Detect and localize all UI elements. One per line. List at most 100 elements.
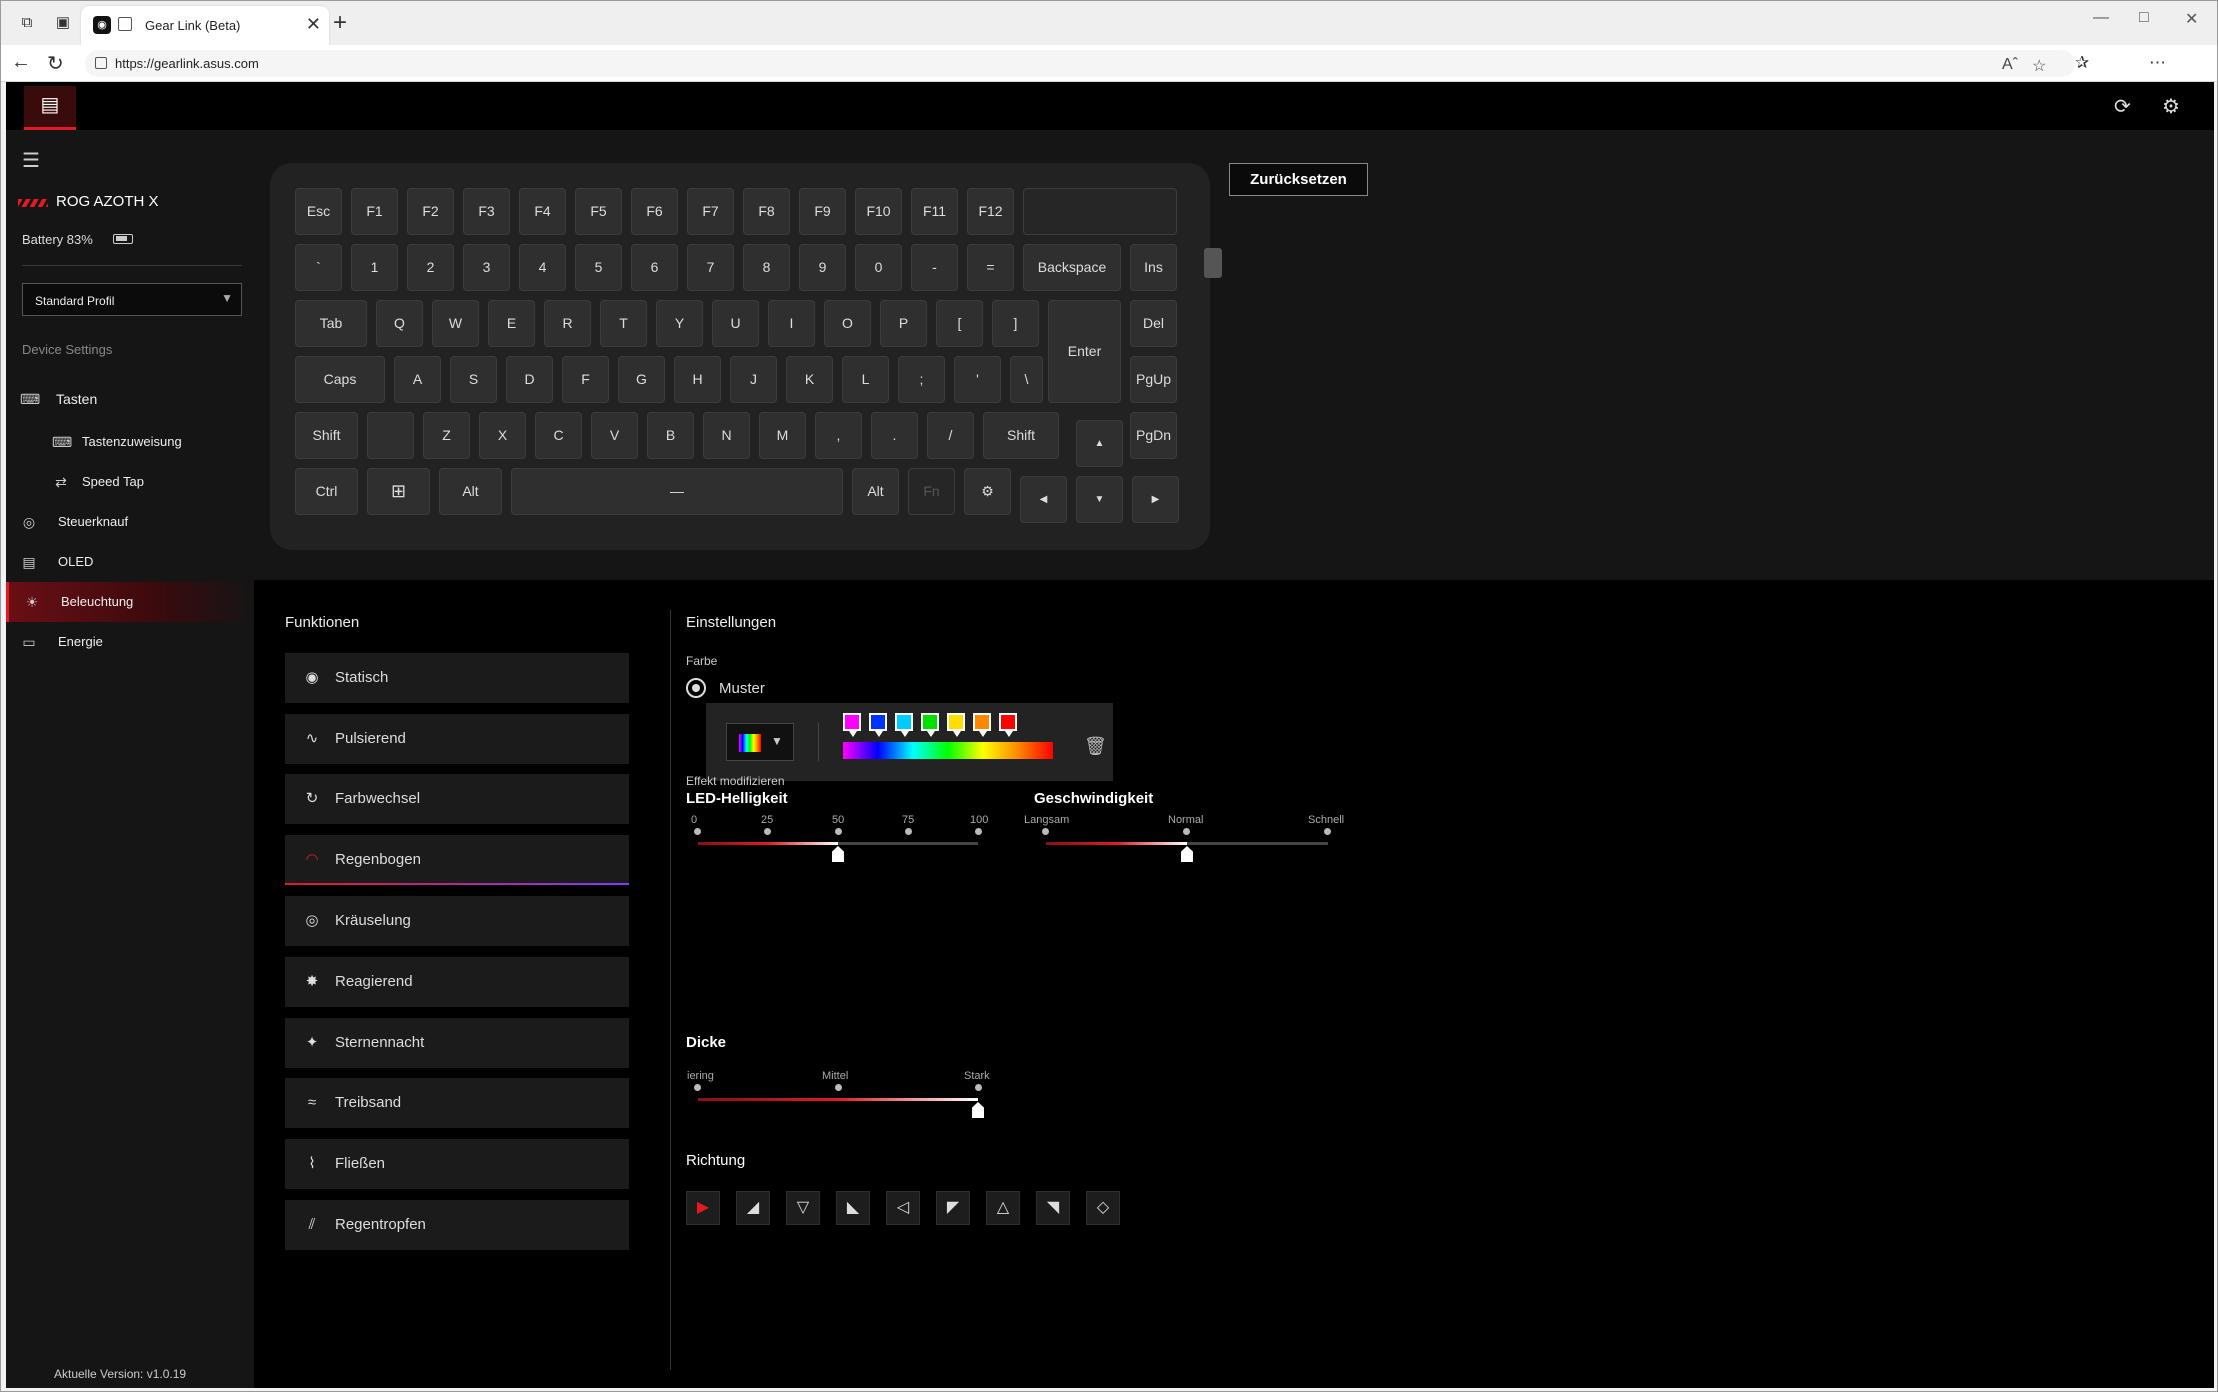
key-pgdn[interactable]: PgDn [1130,412,1177,459]
effect-regenbogen[interactable]: ◠ Regenbogen [285,835,629,885]
key-fn[interactable]: Fn [908,468,955,515]
key-w[interactable]: W [432,300,479,347]
direction-up-button[interactable]: △ [986,1191,1020,1225]
key-backslash[interactable]: \ [1010,356,1043,403]
key-4[interactable]: 4 [519,244,566,291]
key-f11[interactable]: F11 [911,188,958,235]
trash-icon[interactable]: 🗑 [1084,736,1107,757]
key-2[interactable]: 2 [407,244,454,291]
key-windows[interactable]: ⊞ [367,468,430,515]
brightness-slider-handle[interactable] [832,846,844,862]
effect-sternennacht[interactable]: ✦ Sternennacht [285,1018,629,1068]
maximize-icon[interactable]: □ [2139,9,2149,27]
gradient-bar[interactable] [843,742,1053,759]
key-d[interactable]: D [506,356,553,403]
effect-reagierend[interactable]: ✸ Reagierend [285,957,629,1007]
key-l[interactable]: L [842,356,889,403]
key-shift-right[interactable]: Shift [983,412,1059,459]
sidebar-item-oled[interactable]: ▤ OLED [6,542,254,582]
direction-right-button[interactable]: ▶ [686,1191,720,1225]
key-comma[interactable]: , [815,412,862,459]
key-j[interactable]: J [730,356,777,403]
sidebar-item-beleuchtung[interactable]: ☀ Beleuchtung [6,582,254,622]
direction-down-button[interactable]: ▽ [786,1191,820,1225]
key-del[interactable]: Del [1130,300,1177,347]
direction-down-left-button[interactable]: ◥ [1036,1191,1070,1225]
color-stop[interactable] [947,713,965,737]
key-pgup[interactable]: PgUp [1130,356,1177,403]
color-stop[interactable] [973,713,991,737]
palette-preset-select[interactable]: ▼ [726,723,794,761]
key-iso-blank[interactable] [367,412,414,459]
key-f4[interactable]: F4 [519,188,566,235]
direction-horizontal-button[interactable]: ◇ [1086,1191,1120,1225]
key-r[interactable]: R [544,300,591,347]
key-q[interactable]: Q [376,300,423,347]
key-f10[interactable]: F10 [855,188,902,235]
site-info-icon[interactable] [95,57,107,69]
key-alt-right[interactable]: Alt [852,468,899,515]
key-f7[interactable]: F7 [687,188,734,235]
refresh-icon[interactable]: ↻ [47,51,64,76]
key-arrow-up[interactable]: ▲ [1076,420,1123,467]
url-field[interactable]: https://gearlink.asus.com Aˆ ☆ [85,50,2075,77]
sidebar-item-tasten[interactable]: ⌨ Tasten [6,379,254,419]
key-u[interactable]: U [712,300,759,347]
key-1[interactable]: 1 [351,244,398,291]
more-icon[interactable]: ⋯ [2149,53,2166,73]
effect-kraeuselung[interactable]: ◎ Kräuselung [285,896,629,946]
key-5[interactable]: 5 [575,244,622,291]
key-i[interactable]: I [768,300,815,347]
key-bracket-right[interactable]: ] [992,300,1039,347]
key-backspace[interactable]: Backspace [1023,244,1121,291]
key-v[interactable]: V [591,412,638,459]
effect-regentropfen[interactable]: ⫽ Regentropfen [285,1200,629,1250]
key-ctrl-left[interactable]: Ctrl [295,468,358,515]
key-armoury[interactable]: ⚙ [964,468,1011,515]
speed-slider-handle[interactable] [1181,846,1193,862]
effect-fliessen[interactable]: ⌇ Fließen [285,1139,629,1189]
key-space[interactable]: — [511,468,843,515]
key-backtick[interactable]: ` [295,244,342,291]
key-arrow-down[interactable]: ▼ [1076,476,1123,523]
color-stop[interactable] [869,713,887,737]
key-o[interactable]: O [824,300,871,347]
effect-pulsierend[interactable]: ∿ Pulsierend [285,714,629,764]
key-7[interactable]: 7 [687,244,734,291]
key-esc[interactable]: Esc [295,188,342,235]
window-close-icon[interactable]: ✕ [2185,9,2198,29]
key-g[interactable]: G [618,356,665,403]
browser-tab[interactable]: ◉ Gear Link (Beta) ✕ [81,6,329,45]
key-n[interactable]: N [703,412,750,459]
key-8[interactable]: 8 [743,244,790,291]
reset-button[interactable]: Zurücksetzen [1229,163,1368,196]
key-alt-left[interactable]: Alt [439,468,502,515]
key-0[interactable]: 0 [855,244,902,291]
key-tab[interactable]: Tab [295,300,367,347]
thickness-slider-handle[interactable] [972,1102,984,1118]
key-b[interactable]: B [647,412,694,459]
pattern-radio[interactable] [686,678,706,698]
sidebar-item-steuerknauf[interactable]: ◎ Steuerknauf [6,502,254,542]
key-shift-left[interactable]: Shift [295,412,358,459]
key-arrow-right[interactable]: ▶ [1132,476,1179,523]
key-minus[interactable]: - [911,244,958,291]
key-p[interactable]: P [880,300,927,347]
knob-scroll-handle[interactable] [1204,248,1222,278]
sidebar-item-energie[interactable]: ▭ Energie [6,622,254,662]
favorite-icon[interactable]: ☆ [2032,56,2046,76]
color-stop[interactable] [999,713,1017,737]
key-f3[interactable]: F3 [463,188,510,235]
key-enter[interactable]: Enter [1048,300,1121,403]
key-f8[interactable]: F8 [743,188,790,235]
color-stop[interactable] [843,713,861,737]
color-stop[interactable] [895,713,913,737]
device-icon[interactable]: ▤ [24,86,76,130]
gear-icon[interactable]: ⚙ [2162,94,2180,119]
key-arrow-left[interactable]: ◀ [1020,476,1067,523]
sidebar-item-tastenzuweisung[interactable]: ⌨ Tastenzuweisung [6,422,254,462]
key-m[interactable]: M [759,412,806,459]
minimize-icon[interactable]: — [2093,9,2109,27]
key-f1[interactable]: F1 [351,188,398,235]
key-ins[interactable]: Ins [1130,244,1177,291]
